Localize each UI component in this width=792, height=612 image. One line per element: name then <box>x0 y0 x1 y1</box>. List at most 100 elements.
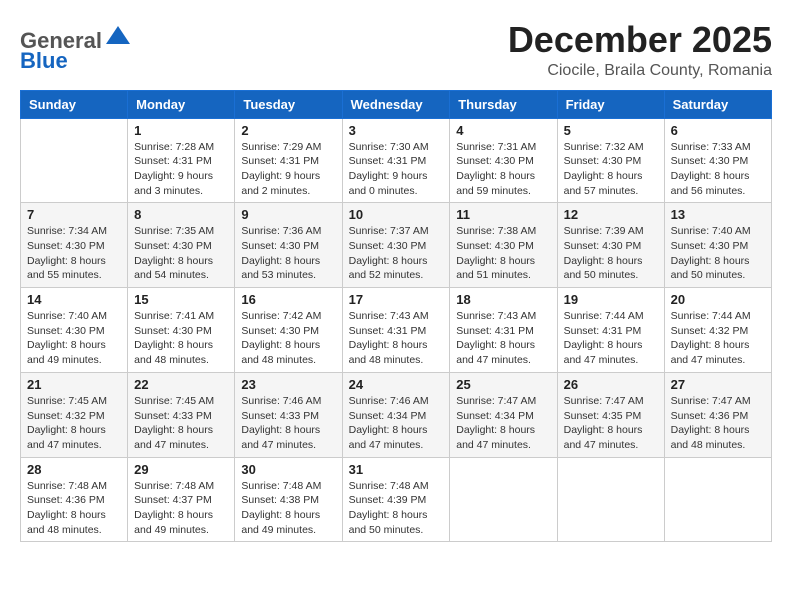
day-number: 19 <box>564 292 658 307</box>
day-info: Sunrise: 7:32 AMSunset: 4:30 PMDaylight:… <box>564 140 658 199</box>
day-number: 31 <box>349 462 444 477</box>
day-number: 18 <box>456 292 550 307</box>
calendar-cell: 7 Sunrise: 7:34 AMSunset: 4:30 PMDaylight… <box>21 203 128 288</box>
day-info: Sunrise: 7:34 AMSunset: 4:30 PMDaylight:… <box>27 224 121 283</box>
calendar-cell: 15 Sunrise: 7:41 AMSunset: 4:30 PMDayligh… <box>128 288 235 373</box>
day-info: Sunrise: 7:39 AMSunset: 4:30 PMDaylight:… <box>564 224 658 283</box>
logo-icon <box>104 24 132 48</box>
day-number: 5 <box>564 123 658 138</box>
day-number: 3 <box>349 123 444 138</box>
day-info: Sunrise: 7:47 AMSunset: 4:35 PMDaylight:… <box>564 394 658 453</box>
day-info: Sunrise: 7:40 AMSunset: 4:30 PMDaylight:… <box>671 224 765 283</box>
day-number: 9 <box>241 207 335 222</box>
calendar-cell: 9 Sunrise: 7:36 AMSunset: 4:30 PMDaylight… <box>235 203 342 288</box>
weekday-header: Saturday <box>664 90 771 118</box>
calendar-cell: 17 Sunrise: 7:43 AMSunset: 4:31 PMDayligh… <box>342 288 450 373</box>
day-number: 16 <box>241 292 335 307</box>
calendar-cell: 21Sunrise: 7:45 AMSunset: 4:32 PMDayligh… <box>21 372 128 457</box>
day-info: Sunrise: 7:43 AMSunset: 4:31 PMDaylight:… <box>456 309 550 368</box>
day-number: 7 <box>27 207 121 222</box>
day-number: 29 <box>134 462 228 477</box>
day-number: 12 <box>564 207 658 222</box>
day-info: Sunrise: 7:48 AMSunset: 4:39 PMDaylight:… <box>349 479 444 538</box>
day-number: 1 <box>134 123 228 138</box>
day-info: Sunrise: 7:48 AMSunset: 4:38 PMDaylight:… <box>241 479 335 538</box>
day-info: Sunrise: 7:38 AMSunset: 4:30 PMDaylight:… <box>456 224 550 283</box>
day-number: 30 <box>241 462 335 477</box>
calendar-cell: 31 Sunrise: 7:48 AMSunset: 4:39 PMDayligh… <box>342 457 450 542</box>
day-number: 28 <box>27 462 121 477</box>
calendar-cell: 19 Sunrise: 7:44 AMSunset: 4:31 PMDayligh… <box>557 288 664 373</box>
calendar-week-row: 28Sunrise: 7:48 AMSunset: 4:36 PMDayligh… <box>21 457 772 542</box>
month-title: December 2025 <box>508 20 772 60</box>
location-subtitle: Ciocile, Braila County, Romania <box>508 62 772 80</box>
day-info: Sunrise: 7:31 AMSunset: 4:30 PMDaylight:… <box>456 140 550 199</box>
calendar-cell: 12 Sunrise: 7:39 AMSunset: 4:30 PMDayligh… <box>557 203 664 288</box>
day-info: Sunrise: 7:42 AMSunset: 4:30 PMDaylight:… <box>241 309 335 368</box>
calendar-cell: 6 Sunrise: 7:33 AMSunset: 4:30 PMDaylight… <box>664 118 771 203</box>
calendar-cell <box>557 457 664 542</box>
calendar-cell: 2Sunrise: 7:29 AMSunset: 4:31 PMDaylight… <box>235 118 342 203</box>
day-info: Sunrise: 7:30 AMSunset: 4:31 PMDaylight:… <box>349 140 444 199</box>
day-info: Sunrise: 7:29 AMSunset: 4:31 PMDaylight:… <box>241 140 335 199</box>
calendar-cell: 14 Sunrise: 7:40 AMSunset: 4:30 PMDayligh… <box>21 288 128 373</box>
day-info: Sunrise: 7:46 AMSunset: 4:34 PMDaylight:… <box>349 394 444 453</box>
weekday-header: Tuesday <box>235 90 342 118</box>
calendar-cell: 8Sunrise: 7:35 AMSunset: 4:30 PMDaylight… <box>128 203 235 288</box>
day-number: 10 <box>349 207 444 222</box>
calendar-cell: 23Sunrise: 7:46 AMSunset: 4:33 PMDayligh… <box>235 372 342 457</box>
day-info: Sunrise: 7:44 AMSunset: 4:32 PMDaylight:… <box>671 309 765 368</box>
calendar-cell: 16 Sunrise: 7:42 AMSunset: 4:30 PMDayligh… <box>235 288 342 373</box>
day-number: 8 <box>134 207 228 222</box>
calendar-cell: 18 Sunrise: 7:43 AMSunset: 4:31 PMDayligh… <box>450 288 557 373</box>
day-number: 11 <box>456 207 550 222</box>
calendar-week-row: 7 Sunrise: 7:34 AMSunset: 4:30 PMDaylight… <box>21 203 772 288</box>
calendar-week-row: 21Sunrise: 7:45 AMSunset: 4:32 PMDayligh… <box>21 372 772 457</box>
day-info: Sunrise: 7:47 AMSunset: 4:36 PMDaylight:… <box>671 394 765 453</box>
day-info: Sunrise: 7:45 AMSunset: 4:33 PMDaylight:… <box>134 394 228 453</box>
calendar-cell: 22Sunrise: 7:45 AMSunset: 4:33 PMDayligh… <box>128 372 235 457</box>
day-info: Sunrise: 7:40 AMSunset: 4:30 PMDaylight:… <box>27 309 121 368</box>
day-number: 17 <box>349 292 444 307</box>
day-info: Sunrise: 7:44 AMSunset: 4:31 PMDaylight:… <box>564 309 658 368</box>
calendar-week-row: 1 Sunrise: 7:28 AMSunset: 4:31 PMDaylight… <box>21 118 772 203</box>
day-info: Sunrise: 7:28 AMSunset: 4:31 PMDaylight:… <box>134 140 228 199</box>
calendar-cell <box>21 118 128 203</box>
weekday-header: Monday <box>128 90 235 118</box>
day-info: Sunrise: 7:45 AMSunset: 4:32 PMDaylight:… <box>27 394 121 453</box>
title-block: December 2025 Ciocile, Braila County, Ro… <box>508 20 772 80</box>
page-header: General Blue December 2025 Ciocile, Brai… <box>20 20 772 80</box>
day-number: 26 <box>564 377 658 392</box>
logo: General Blue <box>20 24 132 72</box>
day-info: Sunrise: 7:43 AMSunset: 4:31 PMDaylight:… <box>349 309 444 368</box>
day-number: 27 <box>671 377 765 392</box>
day-info: Sunrise: 7:36 AMSunset: 4:30 PMDaylight:… <box>241 224 335 283</box>
day-number: 15 <box>134 292 228 307</box>
day-info: Sunrise: 7:47 AMSunset: 4:34 PMDaylight:… <box>456 394 550 453</box>
weekday-header: Wednesday <box>342 90 450 118</box>
calendar-cell: 4Sunrise: 7:31 AMSunset: 4:30 PMDaylight… <box>450 118 557 203</box>
logo-blue-text: Blue <box>20 48 68 73</box>
calendar-week-row: 14 Sunrise: 7:40 AMSunset: 4:30 PMDayligh… <box>21 288 772 373</box>
calendar-cell <box>450 457 557 542</box>
day-number: 14 <box>27 292 121 307</box>
day-number: 23 <box>241 377 335 392</box>
calendar-cell: 30 Sunrise: 7:48 AMSunset: 4:38 PMDayligh… <box>235 457 342 542</box>
day-info: Sunrise: 7:33 AMSunset: 4:30 PMDaylight:… <box>671 140 765 199</box>
calendar-cell: 3 Sunrise: 7:30 AMSunset: 4:31 PMDaylight… <box>342 118 450 203</box>
calendar-cell: 5 Sunrise: 7:32 AMSunset: 4:30 PMDaylight… <box>557 118 664 203</box>
weekday-header: Thursday <box>450 90 557 118</box>
day-number: 24 <box>349 377 444 392</box>
day-info: Sunrise: 7:41 AMSunset: 4:30 PMDaylight:… <box>134 309 228 368</box>
calendar-cell: 29Sunrise: 7:48 AMSunset: 4:37 PMDayligh… <box>128 457 235 542</box>
day-number: 6 <box>671 123 765 138</box>
day-number: 13 <box>671 207 765 222</box>
calendar-cell <box>664 457 771 542</box>
calendar-cell: 27 Sunrise: 7:47 AMSunset: 4:36 PMDayligh… <box>664 372 771 457</box>
day-info: Sunrise: 7:37 AMSunset: 4:30 PMDaylight:… <box>349 224 444 283</box>
calendar-cell: 13 Sunrise: 7:40 AMSunset: 4:30 PMDayligh… <box>664 203 771 288</box>
weekday-header: Friday <box>557 90 664 118</box>
weekday-header: Sunday <box>21 90 128 118</box>
calendar-cell: 20Sunrise: 7:44 AMSunset: 4:32 PMDayligh… <box>664 288 771 373</box>
calendar-cell: 11 Sunrise: 7:38 AMSunset: 4:30 PMDayligh… <box>450 203 557 288</box>
